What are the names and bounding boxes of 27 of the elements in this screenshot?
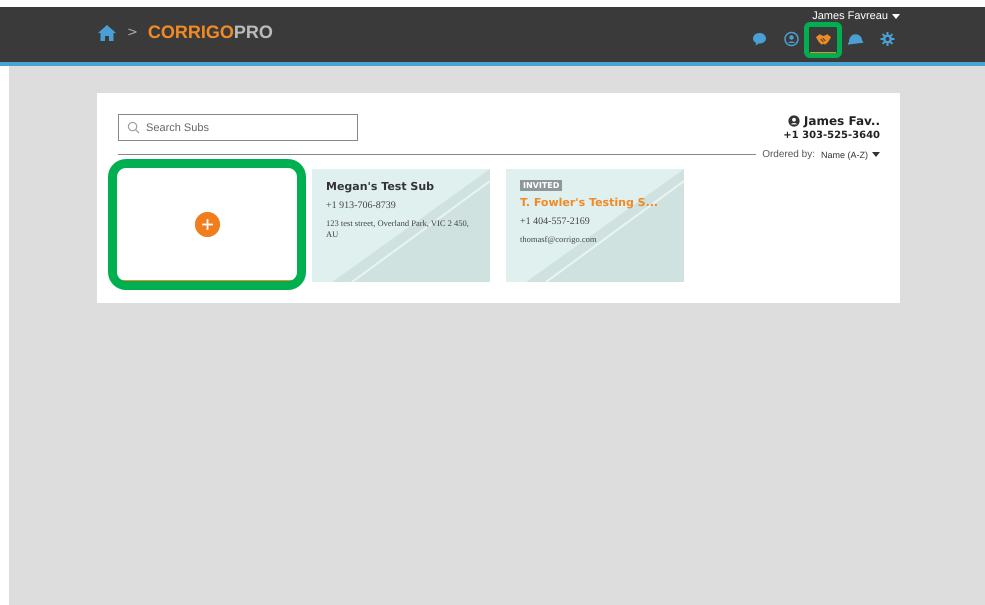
account-phone: +1 303-525-3640 bbox=[783, 130, 880, 141]
card-detail: +1 404-557-2169 bbox=[520, 215, 590, 228]
card-detail: thomasf@corrigo.com bbox=[520, 234, 597, 245]
card-title: T. Fowler's Testing S... bbox=[520, 196, 658, 209]
user-menu[interactable]: James Favreau bbox=[812, 7, 900, 22]
breadcrumb-separator: > bbox=[127, 25, 138, 40]
subcontractor-card[interactable]: INVITED T. Fowler's Testing S... +1 404-557-2169 thomasf@corrigo.com bbox=[506, 169, 684, 282]
account-name: James Fav.. bbox=[804, 114, 880, 128]
chat-icon bbox=[750, 31, 768, 47]
user-icon bbox=[782, 31, 800, 47]
highlight-frame bbox=[804, 22, 842, 58]
sort-dropdown[interactable]: Name (A-Z) bbox=[821, 150, 880, 160]
search-icon bbox=[127, 121, 140, 134]
user-icon bbox=[788, 115, 800, 127]
caret-icon bbox=[892, 14, 900, 18]
caret-icon bbox=[872, 152, 880, 157]
home-icon[interactable] bbox=[97, 24, 117, 42]
settings-icon bbox=[878, 31, 896, 47]
status-badge: INVITED bbox=[520, 180, 562, 191]
card-detail: +1 913-706-8739 bbox=[326, 199, 396, 212]
search-field[interactable]: Search Subs bbox=[118, 114, 358, 141]
card-detail: 123 test street, Overland Park, VIC 2 450, AU bbox=[326, 218, 470, 240]
logo-text: CORRIGOPRO bbox=[148, 22, 273, 43]
add-icon bbox=[194, 211, 220, 238]
card-title: Megan's Test Sub bbox=[326, 180, 434, 193]
sort-label: Ordered by: bbox=[762, 149, 815, 160]
subcontractor-card[interactable]: Megan's Test Sub +1 913-706-8739 123 test street, Overland Park, VIC 2 450, AU bbox=[312, 169, 490, 282]
